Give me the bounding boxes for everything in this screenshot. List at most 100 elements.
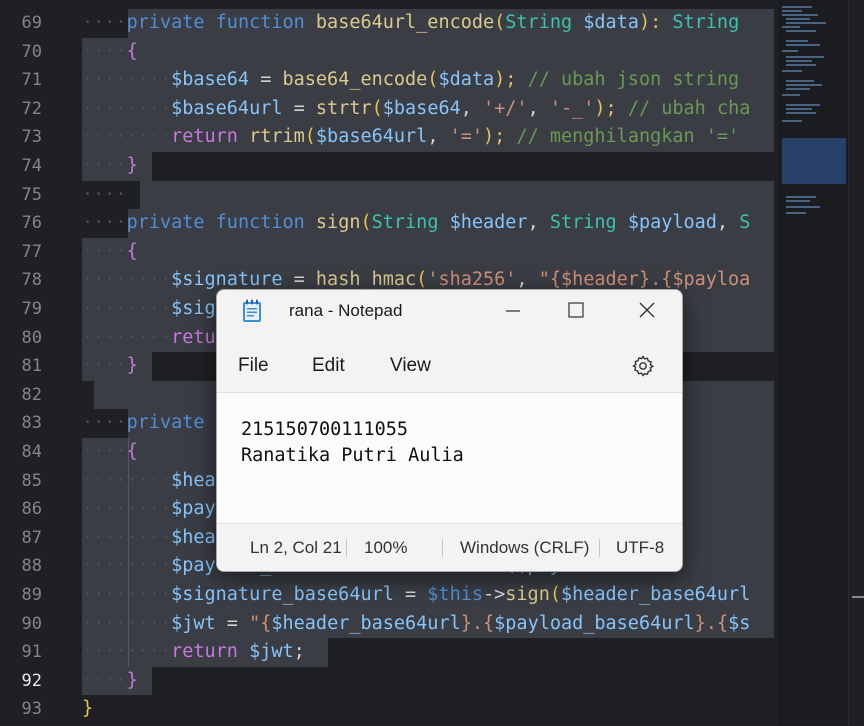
code-line[interactable]: ····	[82, 181, 127, 210]
code-line[interactable]: ····}	[82, 667, 138, 696]
menu-file[interactable]: File	[238, 342, 269, 390]
notepad-text-area[interactable]: 215150700111055 Ranatika Putri Aulia	[217, 392, 682, 523]
minimap-line	[786, 206, 820, 208]
code-line[interactable]: ········$hea	[82, 467, 216, 496]
code-line[interactable]: ········return $jwt;	[82, 638, 305, 667]
line-number-gutter: 69 70 71 72 73 74 75 76 77 78 79 80 81 82 83 84 85 86 87 88…	[0, 0, 70, 726]
vertical-scrollbar[interactable]	[848, 0, 864, 726]
code-line[interactable]: ····}	[82, 152, 138, 181]
code-token: private	[126, 12, 205, 33]
line-number: 71	[21, 70, 42, 91]
code-line[interactable]: ····private function sign(String $header…	[82, 209, 750, 238]
line-number: 69	[21, 13, 42, 33]
minimap-line	[786, 80, 814, 82]
code-token: base64url_encode	[315, 12, 495, 33]
code-token: );	[494, 69, 517, 91]
code-token: '-_'	[549, 97, 595, 119]
minimap[interactable]	[778, 0, 848, 726]
minimap-line	[786, 212, 806, 214]
minimap-line	[786, 200, 810, 202]
code-line[interactable]: }	[82, 695, 93, 724]
code-token: "{	[249, 612, 272, 634]
line-number: 87	[21, 527, 42, 548]
whitespace-marker: ········	[82, 326, 172, 348]
code-token: $signature	[171, 269, 283, 291]
close-icon[interactable]	[616, 290, 678, 330]
code-line[interactable]: ········$base64url = strtr($base64, '+/'…	[82, 95, 750, 124]
code-token: ):	[638, 12, 662, 33]
code-token: retu	[171, 326, 216, 348]
code-line[interactable]: ········$base64 = base64_encode($data); …	[82, 66, 739, 95]
code-token: $base64	[382, 97, 461, 119]
code-line[interactable]: ····}	[82, 352, 138, 381]
code-token: $header_base64url	[271, 612, 461, 634]
code-line[interactable]: ········retu	[82, 324, 216, 353]
line-number: 82	[21, 384, 42, 405]
minimap-line	[786, 112, 816, 114]
whitespace-marker: ····	[82, 40, 127, 62]
whitespace-marker: ········	[82, 498, 172, 520]
line-number: 73	[21, 127, 42, 148]
minimap-line	[786, 64, 816, 66]
code-token: // ubah cha	[627, 97, 751, 119]
gear-icon[interactable]	[631, 354, 655, 378]
minimap-line	[782, 10, 802, 12]
code-token: '='	[449, 126, 484, 148]
minimize-icon[interactable]	[482, 290, 544, 330]
code-token: $data	[583, 12, 639, 33]
code-token: (	[494, 12, 506, 33]
code-token: $signature_base64url	[171, 584, 394, 605]
line-number: 72	[21, 98, 42, 119]
code-token: {	[126, 40, 138, 62]
selection-highlight	[82, 37, 774, 67]
minimap-line	[782, 14, 818, 16]
code-token: =	[282, 269, 316, 291]
code-line[interactable]: ········$jwt = "{$header_base64url}.{$pa…	[82, 610, 750, 639]
status-divider	[346, 539, 347, 557]
code-line[interactable]: ····{	[82, 38, 138, 67]
menu-edit[interactable]: Edit	[312, 342, 345, 390]
code-line[interactable]: ········return rtrim($base64url, '='); /…	[82, 123, 739, 152]
selection-highlight	[140, 180, 774, 210]
minimap-line	[782, 6, 812, 8]
whitespace-marker: ········	[82, 584, 172, 605]
window-title: rana - Notepad	[289, 301, 403, 320]
notepad-titlebar[interactable]: rana - Notepad	[217, 290, 682, 332]
code-line[interactable]: ········$pay	[82, 495, 216, 524]
whitespace-marker: ····	[82, 155, 127, 176]
code-token: '+/'	[483, 97, 528, 119]
whitespace-marker: ····	[82, 355, 127, 377]
zoom-level: 100%	[364, 538, 408, 557]
code-token: ;	[293, 641, 305, 663]
code-token: ,	[527, 212, 550, 234]
code-token: (	[549, 584, 561, 605]
code-line[interactable]: ····private function base64url_encode(St…	[82, 9, 739, 38]
maximize-icon[interactable]	[545, 290, 607, 330]
code-token: {	[126, 441, 138, 462]
code-token: $base64	[171, 69, 250, 91]
menu-view[interactable]: View	[390, 342, 431, 390]
minimap-line	[782, 120, 802, 122]
minimap-viewport[interactable]	[782, 138, 846, 184]
line-number: 80	[21, 327, 42, 348]
code-token: S	[739, 212, 751, 234]
code-line[interactable]: ····{	[82, 438, 138, 467]
code-line[interactable]: ····{	[82, 238, 138, 267]
whitespace-marker: ····	[82, 669, 127, 691]
minimap-line	[786, 196, 816, 198]
status-divider	[442, 539, 443, 557]
line-ending: Windows (CRLF)	[460, 538, 590, 557]
notepad-window[interactable]: rana - Notepad File Edit View 2151507001…	[216, 289, 683, 572]
code-token: {	[126, 240, 138, 262]
code-token: String	[505, 12, 573, 33]
code-token: (	[304, 126, 316, 148]
line-number: 92	[21, 670, 42, 691]
code-line[interactable]: ········$signature_base64url = $this->si…	[82, 581, 750, 610]
line-number: 79	[21, 299, 42, 319]
code-token: }	[126, 355, 138, 377]
code-token: ,	[460, 97, 484, 119]
whitespace-marker: ········	[82, 69, 172, 91]
